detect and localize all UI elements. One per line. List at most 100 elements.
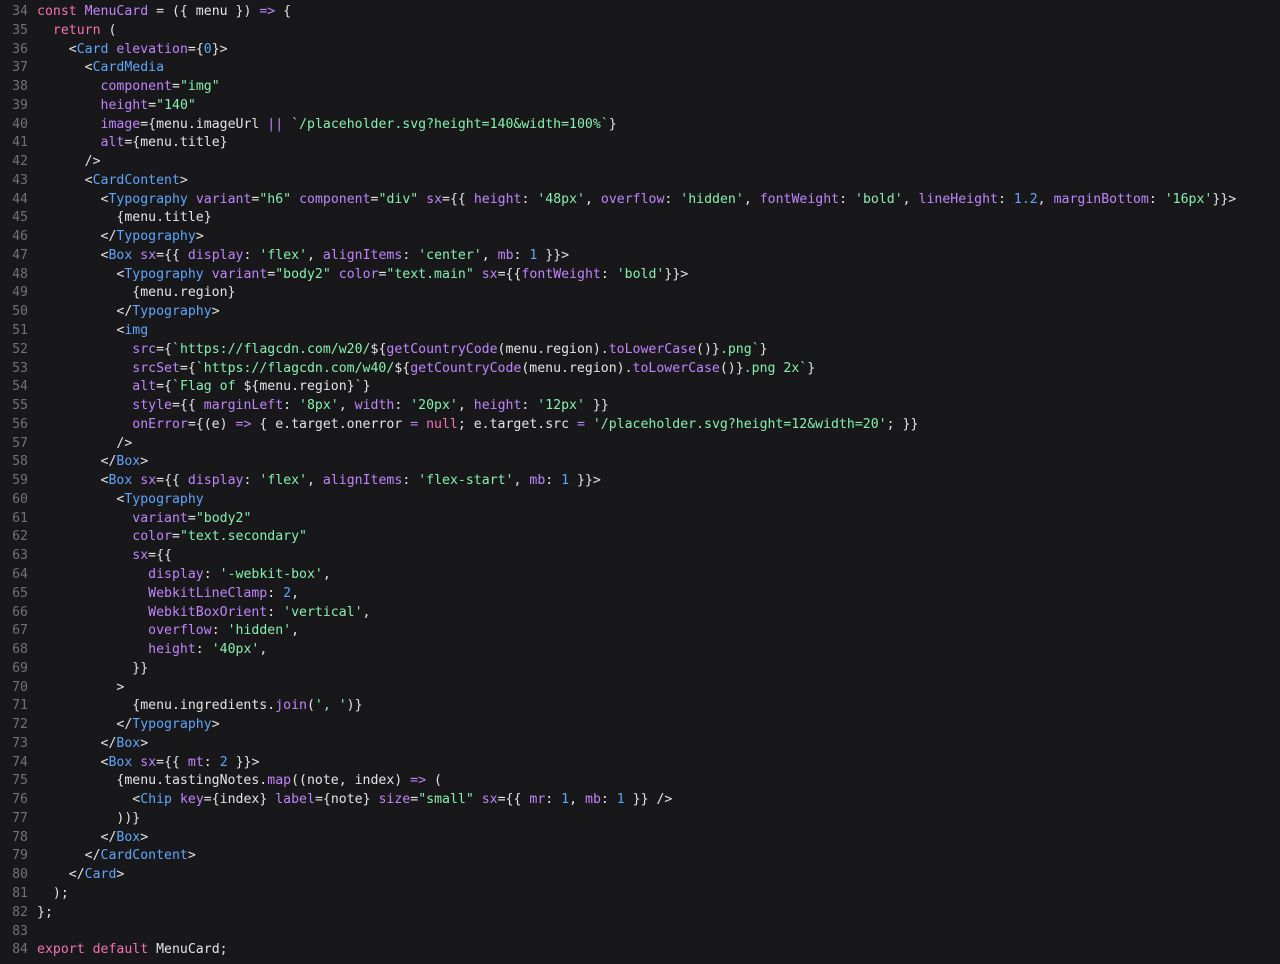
line-code: srcSet={`https://flagcdn.com/w40/${getCo…: [28, 360, 815, 379]
line-number: 54: [12, 379, 28, 395]
code-line[interactable]: 35 return (: [0, 22, 1280, 41]
line-code: </Typography>: [28, 303, 219, 322]
code-token: (: [426, 773, 442, 789]
code-line[interactable]: 38 component="img": [0, 78, 1280, 97]
code-line[interactable]: 77 ))}: [0, 810, 1280, 829]
code-token: ,: [743, 191, 760, 207]
code-token: {menu.title}: [37, 210, 212, 226]
code-token: ,: [902, 191, 919, 207]
code-token: ={note}: [314, 792, 379, 808]
code-line[interactable]: 83: [0, 923, 1280, 942]
code-line[interactable]: 51 <img: [0, 322, 1280, 341]
code-line[interactable]: 73 </Box>: [0, 735, 1280, 754]
code-line[interactable]: 55 style={{ marginLeft: '8px', width: '2…: [0, 397, 1280, 416]
code-token: </: [37, 304, 133, 320]
code-line[interactable]: 54 alt={`Flag of ${menu.region}`}: [0, 378, 1280, 397]
code-token: >: [37, 679, 125, 695]
line-number: 82: [12, 904, 28, 920]
code-line[interactable]: 78 </Box>: [0, 829, 1280, 848]
line-code: };: [28, 904, 53, 923]
code-line[interactable]: 47 <Box sx={{ display: 'flex', alignItem…: [0, 247, 1280, 266]
code-line[interactable]: 65 WebkitLineClamp: 2,: [0, 585, 1280, 604]
code-token: }}: [37, 660, 149, 676]
code-token: "small": [418, 792, 474, 808]
code-token: { e.target.onerror: [251, 416, 411, 432]
code-line[interactable]: 53 srcSet={`https://flagcdn.com/w40/${ge…: [0, 360, 1280, 379]
code-line[interactable]: 37 <CardMedia: [0, 59, 1280, 78]
code-line[interactable]: 84 export default MenuCard;: [0, 941, 1280, 960]
line-code: <Box sx={{ display: 'flex', alignItems: …: [28, 247, 570, 266]
code-line[interactable]: 46 </Typography>: [0, 228, 1280, 247]
code-line[interactable]: 60 <Typography: [0, 491, 1280, 510]
code-line[interactable]: 61 variant="body2": [0, 510, 1280, 529]
line-number: 37: [12, 60, 28, 76]
code-token: `https://flagcdn.com/w20/: [172, 341, 371, 357]
code-line[interactable]: 69 }}: [0, 660, 1280, 679]
code-line[interactable]: 43 <CardContent>: [0, 172, 1280, 191]
code-token: >: [211, 717, 220, 733]
line-number: 78: [12, 829, 28, 845]
code-line[interactable]: 62 color="text.secondary": [0, 528, 1280, 547]
code-line[interactable]: 81 );: [0, 885, 1280, 904]
code-line[interactable]: 34 const MenuCard = ({ menu }) => {: [0, 3, 1280, 22]
code-line[interactable]: 49 {menu.region}: [0, 284, 1280, 303]
code-line[interactable]: 75 {menu.tastingNotes.map((note, index) …: [0, 772, 1280, 791]
code-token: '16px': [1164, 191, 1213, 207]
code-token: :: [394, 398, 411, 414]
code-line[interactable]: 68 height: '40px',: [0, 641, 1280, 660]
code-line[interactable]: 79 </CardContent>: [0, 847, 1280, 866]
code-line[interactable]: 66 WebkitBoxOrient: 'vertical',: [0, 604, 1280, 623]
code-token: 'bold': [616, 266, 665, 282]
code-token: >: [140, 735, 149, 751]
code-line[interactable]: 45 {menu.title}: [0, 209, 1280, 228]
code-line[interactable]: 39 height="140": [0, 97, 1280, 116]
code-line[interactable]: 64 display: '-webkit-box',: [0, 566, 1280, 585]
code-line[interactable]: 40 image={menu.imageUrl || `/placeholder…: [0, 116, 1280, 135]
code-line[interactable]: 56 onError={(e) => { e.target.onerror = …: [0, 416, 1280, 435]
code-token: 'hidden': [227, 623, 292, 639]
code-line[interactable]: 59 <Box sx={{ display: 'flex', alignItem…: [0, 472, 1280, 491]
code-line[interactable]: 67 overflow: 'hidden',: [0, 622, 1280, 641]
code-line[interactable]: 71 {menu.ingredients.join(', ')}: [0, 697, 1280, 716]
code-line[interactable]: 57 />: [0, 435, 1280, 454]
code-token: :: [402, 247, 419, 263]
code-line[interactable]: 50 </Typography>: [0, 303, 1280, 322]
code-line[interactable]: 72 </Typography>: [0, 716, 1280, 735]
code-token: `: [354, 379, 363, 395]
code-token: onError: [132, 416, 188, 432]
line-number: 38: [12, 79, 28, 95]
code-line[interactable]: 63 sx={{: [0, 547, 1280, 566]
code-line[interactable]: 80 </Card>: [0, 866, 1280, 885]
code-editor[interactable]: 34 const MenuCard = ({ menu }) => {35 ret…: [0, 0, 1280, 964]
code-line[interactable]: 76 <Chip key={index} label={note} size="…: [0, 791, 1280, 810]
code-token: :: [513, 247, 530, 263]
line-code: </Box>: [28, 735, 149, 754]
code-line[interactable]: 42 />: [0, 153, 1280, 172]
code-token: :: [211, 623, 228, 639]
line-number: 45: [12, 210, 28, 226]
code-line[interactable]: 74 <Box sx={{ mt: 2 }}>: [0, 754, 1280, 773]
code-line[interactable]: 41 alt={menu.title}: [0, 134, 1280, 153]
code-token: ,: [338, 398, 355, 414]
code-token: }>: [211, 41, 228, 57]
code-line[interactable]: 82};: [0, 904, 1280, 923]
code-line[interactable]: 52 src={`https://flagcdn.com/w20/${getCo…: [0, 341, 1280, 360]
code-line[interactable]: 36 <Card elevation={0}>: [0, 41, 1280, 60]
line-code: const MenuCard = ({ menu }) => {: [28, 3, 291, 22]
code-token: style: [132, 398, 172, 414]
code-token: '20px': [410, 398, 458, 414]
line-code: <Card elevation={0}>: [28, 41, 228, 60]
code-token: }}: [584, 398, 609, 414]
code-line[interactable]: 58 </Box>: [0, 453, 1280, 472]
code-line[interactable]: 44 <Typography variant="h6" component="d…: [0, 191, 1280, 210]
code-token: 'center': [418, 247, 482, 263]
code-token: ,: [569, 792, 585, 808]
code-line[interactable]: 48 <Typography variant="body2" color="te…: [0, 266, 1280, 285]
code-line[interactable]: 70 >: [0, 679, 1280, 698]
code-token: ,: [307, 247, 323, 263]
code-token: };: [37, 904, 53, 920]
line-code: export default MenuCard;: [28, 941, 228, 960]
code-token: fontWeight: [759, 191, 840, 207]
